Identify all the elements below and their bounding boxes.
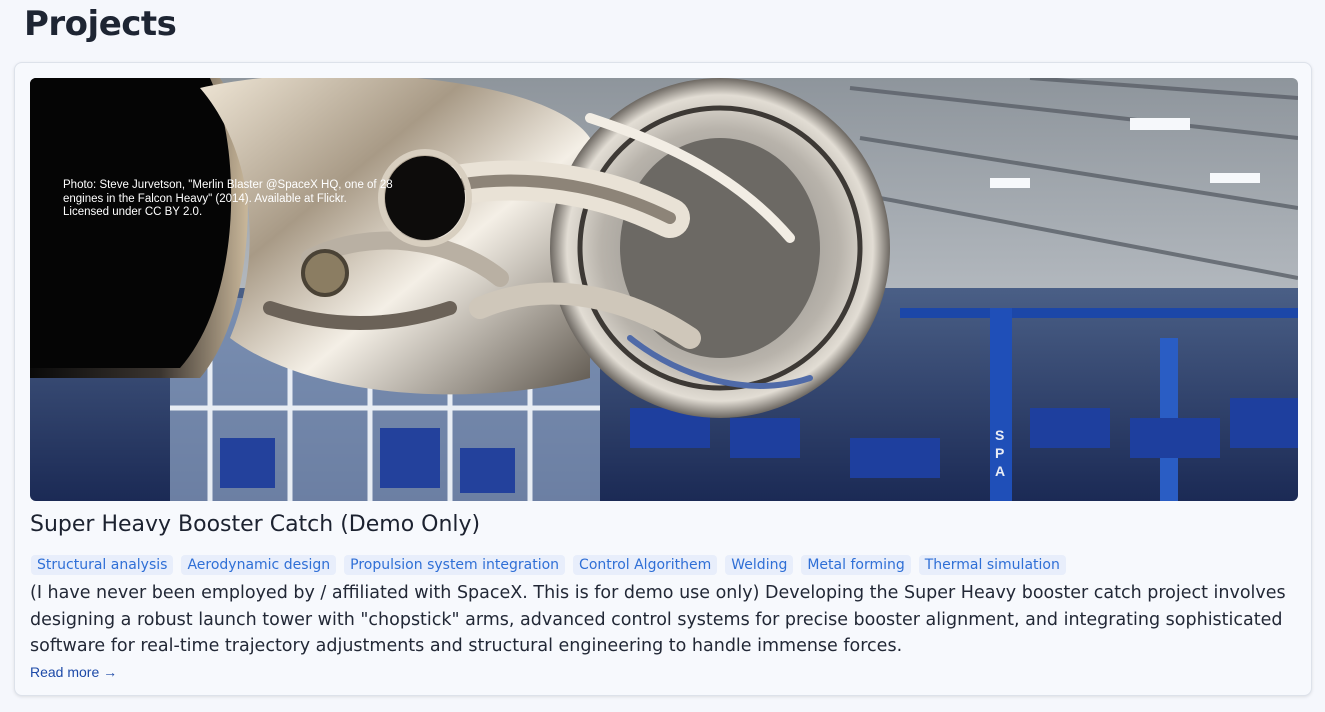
svg-text:P: P xyxy=(995,445,1004,461)
project-image[interactable]: S P A Photo: Steve Jurvetson, "Merlin Bl… xyxy=(30,78,1298,501)
read-more-link[interactable]: Read more → xyxy=(30,664,117,680)
image-credit-line: Licensed under CC BY 2.0. xyxy=(63,206,203,218)
page-title: Projects xyxy=(24,4,177,44)
svg-text:S: S xyxy=(995,427,1004,443)
image-credit-line: Photo: Steve Jurvetson, "Merlin Blaster … xyxy=(63,179,393,191)
tag: Thermal simulation xyxy=(918,555,1066,575)
tag: Metal forming xyxy=(801,555,911,575)
tag: Control Algorithem xyxy=(573,555,718,575)
tag-list: Structural analysis Aerodynamic design P… xyxy=(31,555,1066,575)
image-credit: Photo: Steve Jurvetson, "Merlin Blaster … xyxy=(63,179,423,220)
svg-text:A: A xyxy=(995,463,1005,479)
tag: Structural analysis xyxy=(31,555,174,575)
project-description: (I have never been employed by / affilia… xyxy=(30,583,1286,656)
tag: Aerodynamic design xyxy=(181,555,337,575)
project-title[interactable]: Super Heavy Booster Catch (Demo Only) xyxy=(30,512,480,537)
project-card[interactable]: S P A Photo: Steve Jurvetson, "Merlin Bl… xyxy=(14,62,1312,696)
tag: Welding xyxy=(725,555,794,575)
image-credit-line: engines in the Falcon Heavy" (2014). Ava… xyxy=(63,192,347,205)
tag: Propulsion system integration xyxy=(344,555,566,575)
